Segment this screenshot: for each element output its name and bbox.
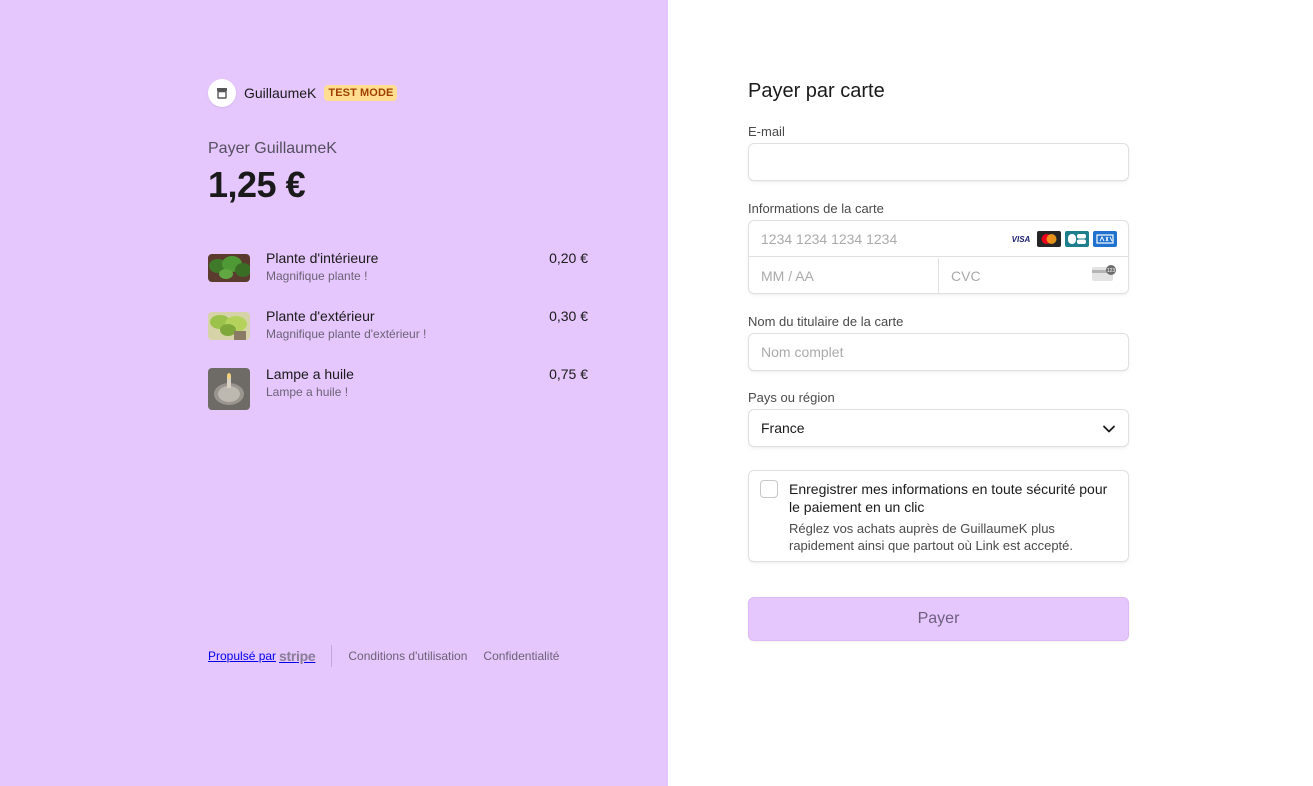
cvc-card-icon: 123 <box>1092 265 1116 287</box>
list-item: Plante d'extérieur Magnifique plante d'e… <box>208 308 588 366</box>
email-label: E-mail <box>748 124 785 139</box>
item-description: Lampe a huile ! <box>266 385 349 399</box>
item-price: 0,20 € <box>549 250 588 266</box>
email-group: E-mail <box>748 124 1129 181</box>
mastercard-icon <box>1037 231 1061 247</box>
order-summary-panel: GuillaumeK TEST MODE Payer GuillaumeK 1,… <box>0 0 668 786</box>
item-image-indoor-plant <box>208 254 250 282</box>
line-items: Plante d'intérieure Magnifique plante ! … <box>208 250 588 424</box>
save-info-box: Enregistrer mes informations en toute sé… <box>748 470 1129 562</box>
country-select[interactable]: France <box>748 409 1129 447</box>
email-field[interactable] <box>748 143 1129 181</box>
item-name: Plante d'extérieur <box>266 308 375 324</box>
amex-icon <box>1093 231 1117 247</box>
cb-icon <box>1065 231 1089 247</box>
merchant-header: GuillaumeK TEST MODE <box>208 79 398 107</box>
item-name: Plante d'intérieure <box>266 250 379 266</box>
item-name: Lampe a huile <box>266 366 354 382</box>
svg-text:VISA: VISA <box>1012 235 1031 244</box>
footer: Propulsé par stripe Conditions d'utilisa… <box>208 645 575 667</box>
footer-divider <box>331 645 333 667</box>
privacy-link[interactable]: Confidentialité <box>483 649 559 663</box>
pay-to-label: Payer GuillaumeK <box>208 140 337 157</box>
svg-text:123: 123 <box>1107 268 1116 274</box>
cardholder-name-input[interactable] <box>748 333 1129 371</box>
powered-by-label: Propulsé par <box>208 649 277 663</box>
item-image-oil-lamp <box>208 368 250 410</box>
merchant-logo <box>208 79 236 107</box>
cardholder-name-label: Nom du titulaire de la carte <box>748 314 904 329</box>
card-info-box: VISA <box>748 220 1129 294</box>
test-mode-badge: TEST MODE <box>324 85 398 101</box>
country-value: France <box>761 420 805 436</box>
chevron-down-icon <box>1103 425 1115 433</box>
merchant-name: GuillaumeK <box>244 85 317 101</box>
card-info-label: Informations de la carte <box>748 201 884 216</box>
total-amount: 1,25 € <box>208 164 306 205</box>
pay-button[interactable]: Payer <box>748 597 1129 641</box>
store-icon <box>217 88 227 99</box>
payment-panel: Payer par carte E-mail Informations de l… <box>668 0 1313 786</box>
list-item: Lampe a huile Lampe a huile ! 0,75 € <box>208 366 588 424</box>
save-info-title: Enregistrer mes informations en toute sé… <box>789 481 1108 515</box>
form-title: Payer par carte <box>748 80 885 102</box>
item-price: 0,30 € <box>549 308 588 324</box>
item-price: 0,75 € <box>549 366 588 382</box>
item-description: Magnifique plante d'extérieur ! <box>266 327 427 341</box>
powered-by-stripe-link[interactable]: Propulsé par stripe <box>208 648 316 664</box>
save-info-description: Réglez vos achats auprès de GuillaumeK p… <box>789 521 1074 553</box>
country-label: Pays ou région <box>748 390 835 405</box>
stripe-logo: stripe <box>279 648 316 664</box>
country-group: Pays ou région France <box>748 390 1129 447</box>
visa-icon: VISA <box>1009 231 1033 247</box>
card-expiry-input[interactable] <box>749 258 939 293</box>
save-info-checkbox[interactable] <box>760 480 778 498</box>
card-brands: VISA <box>1009 231 1117 247</box>
payment-form: Payer par carte E-mail Informations de l… <box>748 80 1129 641</box>
list-item: Plante d'intérieure Magnifique plante ! … <box>208 250 588 308</box>
checkout-page: GuillaumeK TEST MODE Payer GuillaumeK 1,… <box>0 0 1313 786</box>
card-group: Informations de la carte VISA <box>748 201 1129 294</box>
terms-link[interactable]: Conditions d'utilisation <box>348 649 467 663</box>
item-description: Magnifique plante ! <box>266 269 368 283</box>
cardholder-name-group: Nom du titulaire de la carte <box>748 314 1129 371</box>
item-image-outdoor-plant <box>208 312 250 340</box>
